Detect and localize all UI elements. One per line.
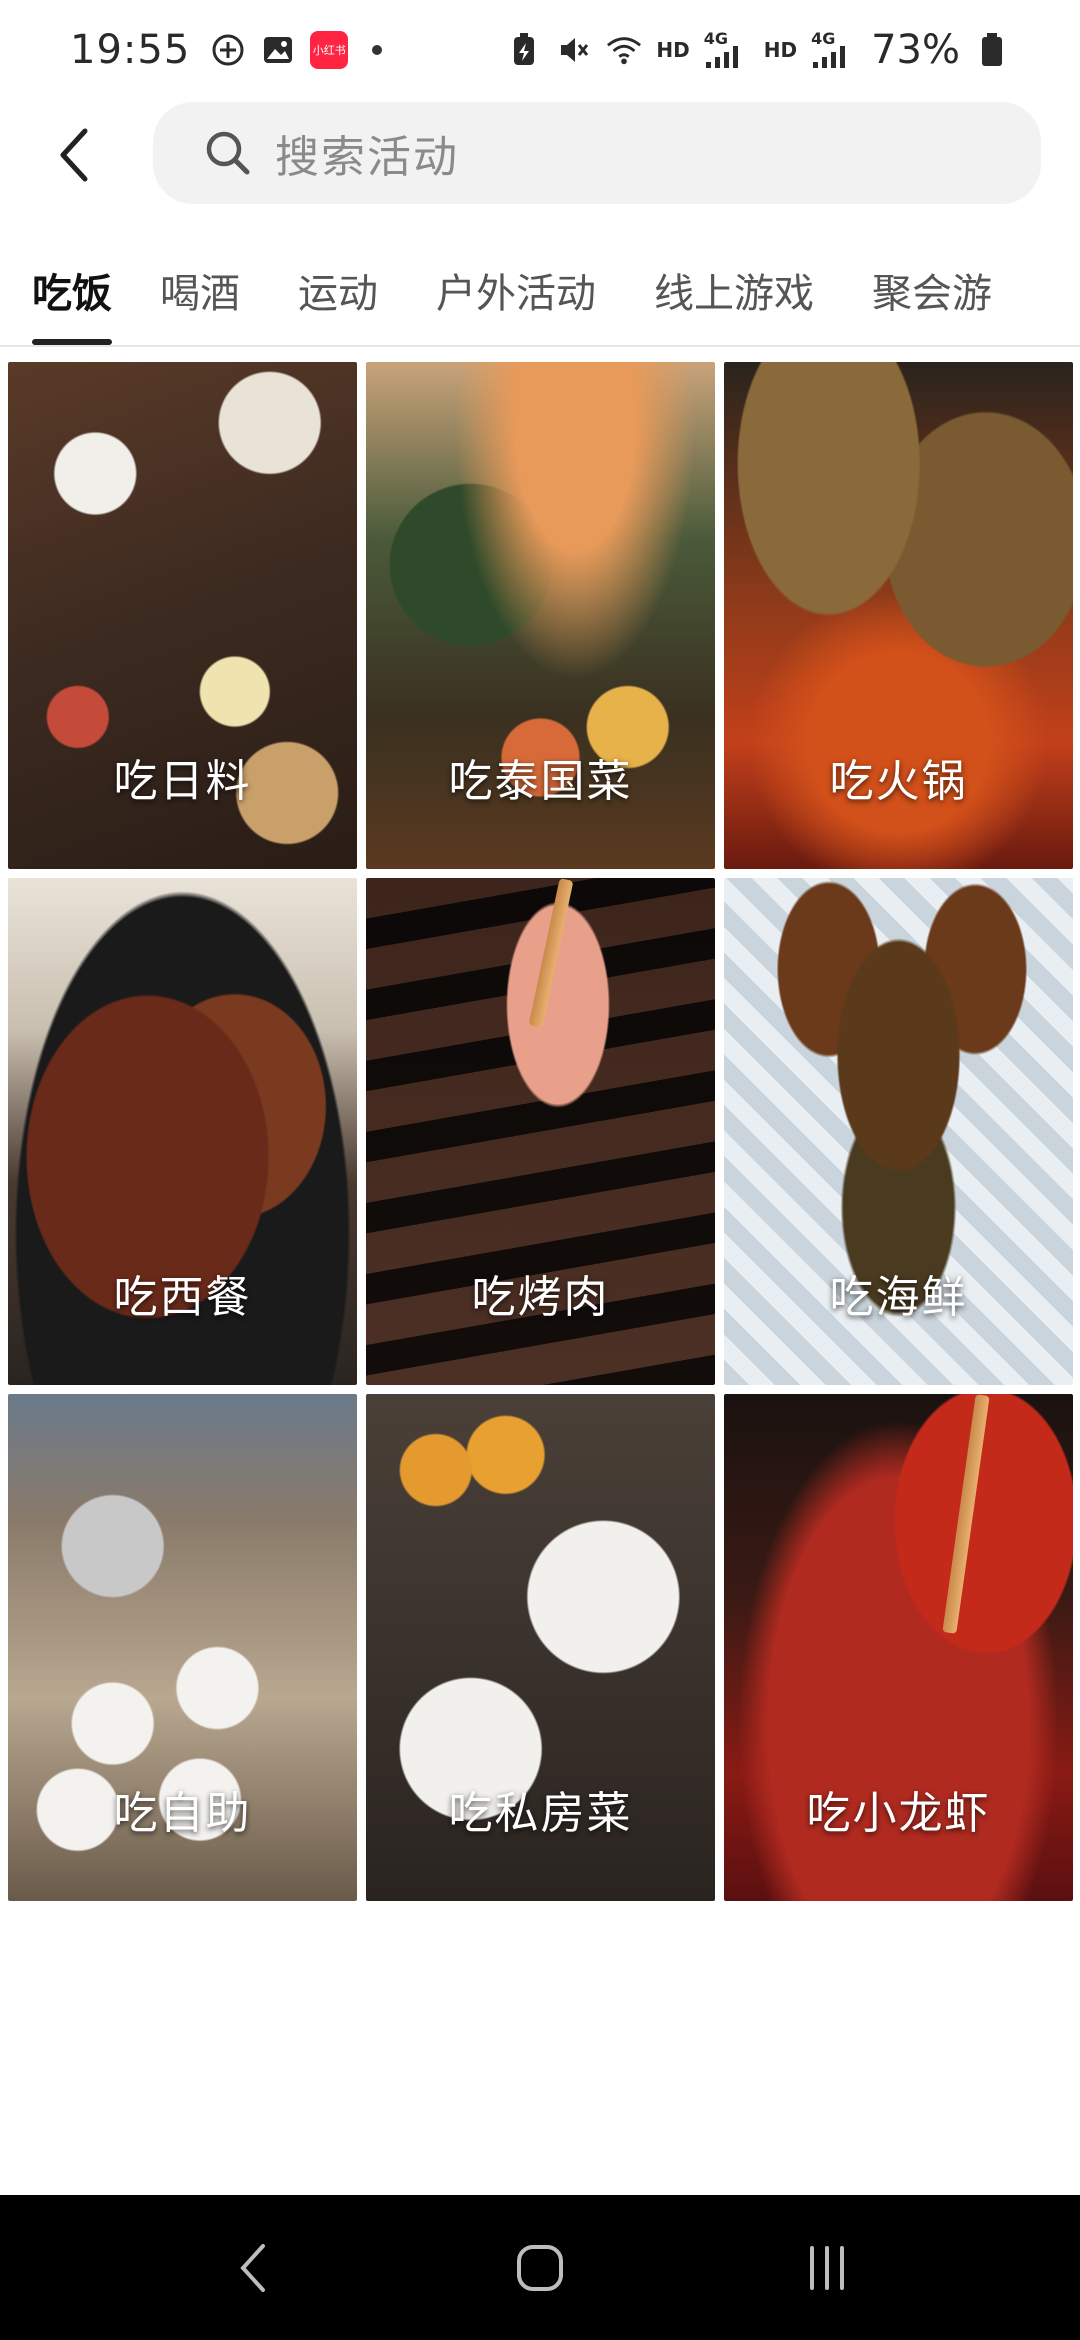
card-bbq[interactable]: 吃烤肉 [366,878,715,1385]
battery-saver-icon [506,32,542,68]
status-system-icons: HD 4G HD 4G 73% [506,27,1010,73]
chevron-left-icon [60,128,88,182]
search-placeholder: 搜索活动 [275,132,459,183]
app-notification-icon: 小红书 [310,31,349,69]
status-time: 19:55 [70,27,191,73]
tab-party-games[interactable]: 聚会游 [872,245,992,345]
search-input[interactable]: 搜索活动 [153,102,1041,204]
card-label: 吃自助 [113,1788,252,1839]
card-label: 吃烤肉 [471,1272,610,1323]
nav-recents-icon [809,2245,844,2290]
card-label: 吃小龙虾 [806,1788,991,1839]
chopstick-image [528,878,574,1028]
more-notifications-dot [372,45,383,55]
battery-icon [974,32,1010,68]
card-label: 吃海鲜 [829,1272,968,1323]
tabs-divider [0,345,1080,347]
hd-indicator: HD [763,38,798,62]
tab-online-games[interactable]: 线上游戏 [654,245,814,345]
mute-icon [556,32,592,68]
nav-back-icon [240,2243,266,2292]
card-thai-food[interactable]: 吃泰国菜 [366,362,715,869]
signal-icon: 4G [703,29,750,68]
tab-label: 线上游戏 [654,271,814,317]
status-notification-icons: 小红书 [210,31,383,69]
tab-drink[interactable]: 喝酒 [160,245,240,345]
tab-label: 户外活动 [436,271,596,317]
system-nav-bar [0,2195,1080,2340]
card-buffet[interactable]: 吃自助 [8,1394,357,1901]
card-japanese-food[interactable]: 吃日料 [8,362,357,869]
category-tabs: 吃饭 喝酒 运动 户外活动 线上游戏 聚会游 [0,245,1080,345]
card-western-food[interactable]: 吃西餐 [8,878,357,1385]
header: 搜索活动 [0,100,1080,210]
gallery-icon [260,32,296,68]
card-private-kitchen[interactable]: 吃私房菜 [366,1394,715,1901]
card-label: 吃泰国菜 [448,756,633,807]
card-label: 吃私房菜 [448,1788,633,1839]
nav-home-button[interactable] [480,2218,600,2318]
tab-label: 运动 [298,271,378,317]
card-label: 吃日料 [113,756,252,807]
status-bar: 19:55 小红书 HD 4G HD 4G 73% [0,0,1080,100]
hd-indicator: HD [656,38,690,62]
search-icon [206,131,250,175]
tab-eat[interactable]: 吃饭 [32,245,112,345]
network-type-label: 4G [703,29,729,48]
card-seafood[interactable]: 吃海鲜 [724,878,1073,1385]
battery-percent: 73% [871,27,960,73]
tab-label: 聚会游 [872,271,992,317]
network-type-label: 4G [811,29,836,48]
tab-outdoor[interactable]: 户外活动 [436,245,596,345]
tab-label: 喝酒 [160,271,240,317]
chopstick-image [942,1394,990,1634]
card-hotpot[interactable]: 吃火锅 [724,362,1073,869]
back-button[interactable] [40,120,110,190]
tab-label: 吃饭 [32,271,112,317]
tab-sports[interactable]: 运动 [298,245,378,345]
activity-grid: 吃日料 吃泰国菜 吃火锅 吃西餐 吃烤肉 吃海鲜 吃自助 吃私房菜 吃小龙虾 [8,362,1073,1901]
signal-icon: 4G [811,29,857,68]
plus-circle-icon [210,32,246,68]
nav-home-icon [516,2244,563,2291]
wifi-icon [606,32,642,68]
card-label: 吃西餐 [113,1272,252,1323]
card-crayfish[interactable]: 吃小龙虾 [724,1394,1073,1901]
nav-recents-button[interactable] [767,2218,887,2318]
nav-back-button[interactable] [193,2218,313,2318]
card-label: 吃火锅 [829,756,968,807]
